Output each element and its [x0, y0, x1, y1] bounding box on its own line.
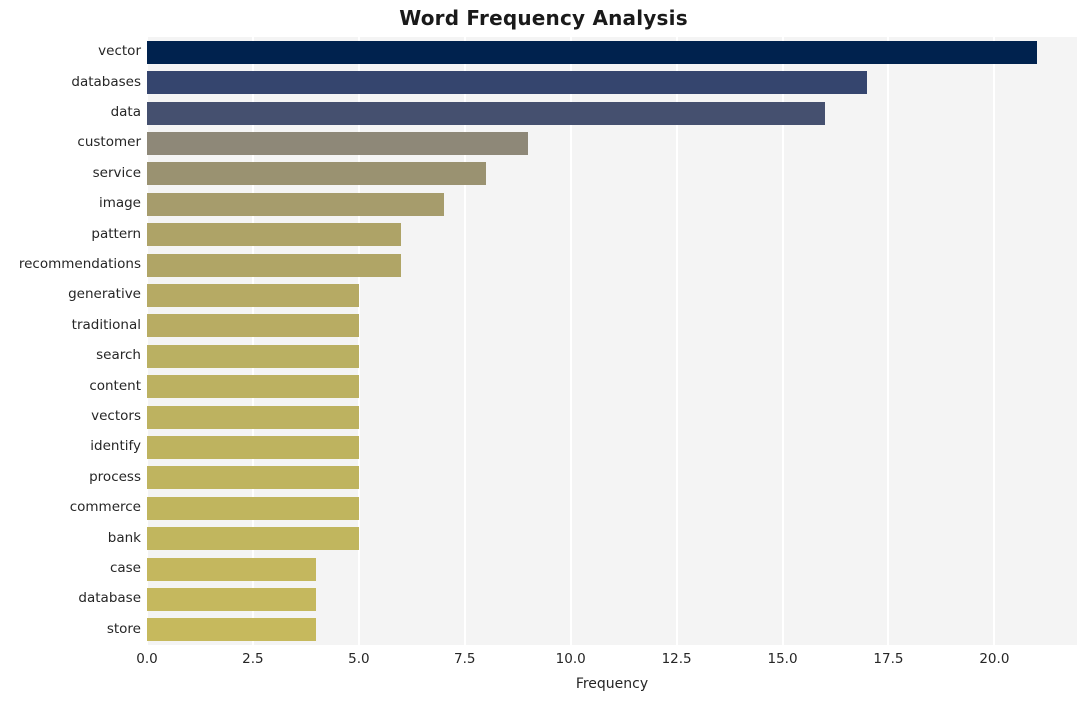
- x-tick-label: 17.5: [873, 651, 904, 667]
- y-tick-label: traditional: [71, 316, 141, 333]
- x-tick-label: 7.5: [454, 651, 476, 667]
- bar-fill: [147, 557, 317, 581]
- x-tick-label: 20.0: [979, 651, 1010, 667]
- bar: [147, 375, 359, 399]
- x-axis-title: Frequency: [575, 676, 649, 692]
- y-tick-label: database: [78, 590, 141, 607]
- x-tick-label: 15.0: [767, 651, 798, 667]
- bar-fill: [147, 435, 359, 459]
- x-tick-label: 0.0: [136, 651, 158, 667]
- chart-figure: Word Frequency Analysis vector databases d…: [0, 0, 1087, 701]
- x-tick-label: 2.5: [242, 651, 264, 667]
- bar: [147, 587, 317, 611]
- bar: [147, 283, 359, 307]
- bar: [147, 405, 359, 429]
- bar: [147, 162, 486, 186]
- y-tick-label: content: [89, 377, 141, 394]
- x-tick-label: 5.0: [348, 651, 370, 667]
- bar-fill: [147, 192, 444, 216]
- bar: [147, 435, 359, 459]
- bar: [147, 466, 359, 490]
- y-tick-label: identify: [90, 438, 141, 455]
- bar-fill: [147, 405, 359, 429]
- x-tick-label: 10.0: [555, 651, 586, 667]
- x-axis-tick-labels: 0.0 2.5 5.0 7.5 10.0 12.5 15.0 17.5 20.0: [0, 651, 1087, 671]
- bar-fill: [147, 131, 529, 155]
- bar-fill: [147, 314, 359, 338]
- y-tick-label: generative: [68, 286, 141, 303]
- bar-fill: [147, 71, 868, 95]
- y-tick-label: service: [92, 164, 141, 181]
- bar-fill: [147, 344, 359, 368]
- bar: [147, 344, 359, 368]
- bar: [147, 527, 359, 551]
- y-tick-label: pattern: [91, 225, 141, 242]
- y-tick-label: search: [96, 347, 141, 364]
- bar: [147, 223, 402, 247]
- bar-fill: [147, 253, 402, 277]
- y-axis-tick-labels: vector databases data customer service image p…: [0, 37, 141, 645]
- bar: [147, 71, 868, 95]
- bar-fill: [147, 101, 825, 125]
- bar: [147, 496, 359, 520]
- y-tick-label: databases: [71, 73, 141, 90]
- bar-fill: [147, 466, 359, 490]
- bar-fill: [147, 527, 359, 551]
- bar-fill: [147, 496, 359, 520]
- bar: [147, 192, 444, 216]
- plot-area: [147, 37, 1077, 645]
- bar-fill: [147, 223, 402, 247]
- bar: [147, 131, 529, 155]
- chart-title: Word Frequency Analysis: [399, 6, 688, 30]
- y-tick-label: bank: [107, 529, 141, 546]
- y-tick-label: commerce: [69, 499, 141, 516]
- bar: [147, 253, 402, 277]
- bar-fill: [147, 40, 1037, 64]
- bar: [147, 101, 825, 125]
- y-tick-label: data: [110, 104, 141, 120]
- y-tick-label: image: [98, 195, 141, 212]
- bar-fill: [147, 375, 359, 399]
- bar-fill: [147, 587, 317, 611]
- y-tick-label: customer: [77, 134, 141, 151]
- bar-fill: [147, 618, 317, 642]
- y-tick-label: vector: [98, 43, 141, 60]
- bar: [147, 618, 317, 642]
- bars-group: [147, 37, 1077, 645]
- bar: [147, 557, 317, 581]
- y-tick-label: process: [89, 468, 141, 485]
- y-tick-label: recommendations: [18, 256, 141, 272]
- y-tick-label: store: [106, 620, 141, 637]
- y-tick-label: case: [109, 560, 141, 576]
- bar-fill: [147, 283, 359, 307]
- bar: [147, 314, 359, 338]
- x-tick-label: 12.5: [661, 651, 692, 667]
- bar: [147, 40, 1037, 64]
- y-tick-label: vectors: [91, 408, 141, 424]
- bar-fill: [147, 162, 486, 186]
